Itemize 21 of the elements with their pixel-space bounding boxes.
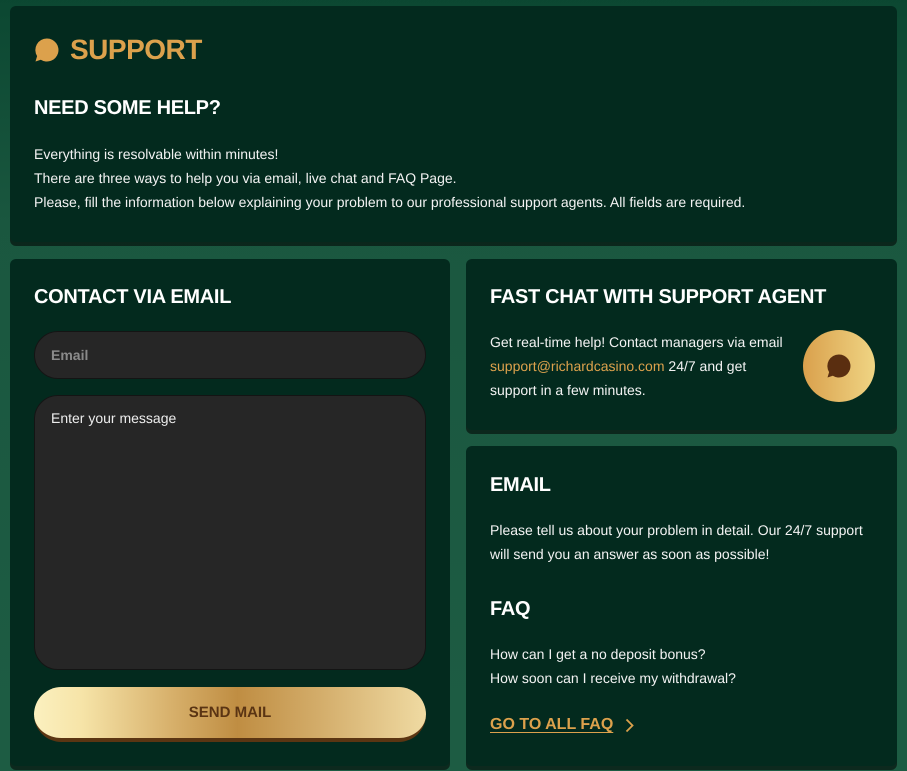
card-heading: FAQ <box>490 597 532 622</box>
chat-description: Get real-time help! Contact managers via email support@richardcasino.com 24/7 and get support in a few minutes. <box>490 333 784 400</box>
faq-question[interactable]: How can I get a no deposit bonus? <box>490 642 706 666</box>
card-heading: FAST CHAT WITH SUPPORT AGENT <box>490 286 826 308</box>
card-heading: CONTACT VIA EMAIL <box>34 285 232 310</box>
email-description: Please tell us about your problem in detail. Our 24/7 support will send you an answer as soon as possible! <box>490 521 864 564</box>
send-mail-button[interactable]: SEND MAIL <box>34 687 426 742</box>
card-heading: EMAIL <box>490 474 551 496</box>
message-field[interactable]: Enter your message <box>34 395 426 670</box>
faq-question[interactable]: How soon can I receive my withdrawal? <box>490 666 736 690</box>
intro-text: There are three ways to help you via email, live chat and FAQ Page. <box>34 169 458 188</box>
intro-text: Please, fill the information below explaining your problem to our professional support agents. All fields are required. <box>34 193 746 212</box>
intro-text: Everything is resolvable within minutes! <box>34 145 280 164</box>
page-title: SUPPORT <box>70 34 202 66</box>
section-heading: NEED SOME HELP? <box>34 96 222 121</box>
email-link[interactable]: support@richardcasino.com <box>490 358 665 374</box>
chevron-right-icon <box>625 718 634 732</box>
email-field[interactable]: Email <box>34 331 426 379</box>
speech-bubble-icon <box>826 353 852 379</box>
speech-bubble-icon <box>34 37 60 63</box>
all-faq-link[interactable]: GO TO ALL FAQ <box>490 716 634 734</box>
